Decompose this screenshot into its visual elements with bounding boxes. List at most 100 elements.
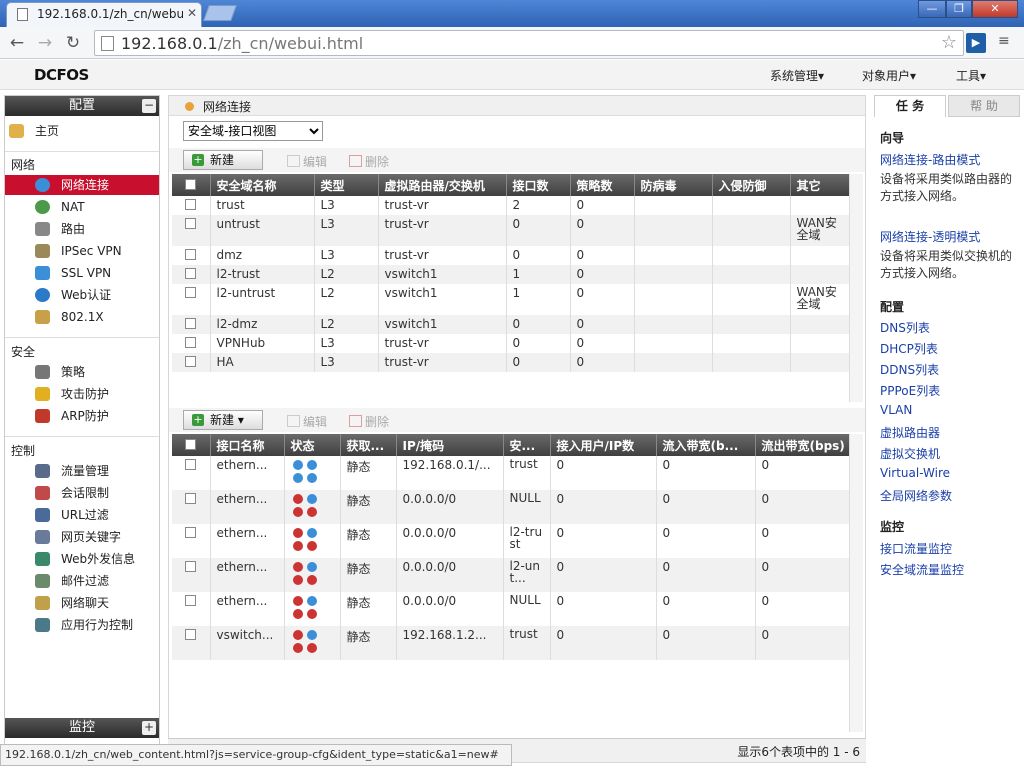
row-checkbox[interactable] bbox=[185, 337, 197, 348]
col-vrouter[interactable]: 虚拟路由器/交换机 bbox=[378, 174, 507, 196]
row-checkbox[interactable] bbox=[185, 561, 197, 572]
col-zone[interactable]: 安... bbox=[503, 434, 551, 456]
nav-policy[interactable]: 策略 bbox=[5, 362, 159, 382]
col-acquire[interactable]: 获取... bbox=[340, 434, 397, 456]
window-close-button[interactable]: ✕ bbox=[972, 0, 1018, 18]
nav-network-connection[interactable]: 网络连接 bbox=[5, 175, 159, 195]
wizard-route-mode-link[interactable]: 网络连接-路由模式 bbox=[880, 151, 980, 168]
link-dhcp[interactable]: DHCP列表 bbox=[880, 340, 938, 357]
config-panel-header[interactable]: 配置 − bbox=[5, 96, 159, 116]
col-policy-count[interactable]: 策略数 bbox=[570, 174, 635, 196]
nav-routing[interactable]: 路由 bbox=[5, 219, 159, 239]
expand-icon[interactable]: + bbox=[142, 721, 156, 735]
link-pppoe[interactable]: PPPoE列表 bbox=[880, 382, 940, 399]
new-zone-button[interactable]: + 新建 bbox=[183, 150, 263, 170]
delete-zone-button[interactable]: 删除 bbox=[349, 153, 389, 170]
nav-8021x[interactable]: 802.1X bbox=[5, 307, 159, 327]
tab-tasks[interactable]: 任 务 bbox=[874, 95, 946, 117]
col-bw-in[interactable]: 流入带宽(b... bbox=[656, 434, 756, 456]
zone-row[interactable]: trust L3 trust-vr 2 0 bbox=[172, 196, 853, 215]
row-checkbox[interactable] bbox=[185, 268, 197, 279]
nav-nat[interactable]: NAT bbox=[5, 197, 159, 217]
interface-scrollbar[interactable] bbox=[849, 434, 863, 732]
interface-row[interactable]: ethern... 静态 0.0.0.0/0 NULL 0 0 0 bbox=[172, 490, 853, 524]
row-checkbox[interactable] bbox=[185, 318, 197, 329]
browser-tab[interactable]: 192.168.0.1/zh_cn/webui ✕ bbox=[6, 2, 202, 27]
bookmark-star-icon[interactable]: ☆ bbox=[941, 32, 957, 53]
link-vswitch[interactable]: 虚拟交换机 bbox=[880, 445, 940, 462]
link-vrouter[interactable]: 虚拟路由器 bbox=[880, 424, 940, 441]
row-checkbox[interactable] bbox=[185, 595, 197, 606]
nav-web-auth[interactable]: Web认证 bbox=[5, 285, 159, 305]
new-interface-button[interactable]: + 新建 ▾ bbox=[183, 410, 263, 430]
minimize-button[interactable]: — bbox=[918, 0, 946, 18]
row-checkbox[interactable] bbox=[185, 493, 197, 504]
nav-im-chat[interactable]: 网络聊天 bbox=[5, 593, 159, 613]
nav-ipsec-vpn[interactable]: IPSec VPN bbox=[5, 241, 159, 261]
nav-home[interactable]: 主页 bbox=[5, 121, 159, 141]
zone-row[interactable]: l2-untrust L2 vswitch1 1 0 WAN安全域 bbox=[172, 284, 853, 315]
menu-system-management[interactable]: 系统管理▾ bbox=[770, 67, 824, 84]
interface-row[interactable]: vswitch... 静态 192.168.1.2... trust 0 0 0 bbox=[172, 626, 853, 660]
link-ddns[interactable]: DDNS列表 bbox=[880, 361, 939, 378]
nav-web-outbound[interactable]: Web外发信息 bbox=[5, 549, 159, 569]
new-tab-button[interactable] bbox=[203, 5, 237, 21]
col-antivirus[interactable]: 防病毒 bbox=[634, 174, 713, 196]
col-other[interactable]: 其它 bbox=[790, 174, 853, 196]
select-all-checkbox[interactable] bbox=[185, 179, 197, 190]
col-ips[interactable]: 入侵防御 bbox=[712, 174, 791, 196]
row-checkbox[interactable] bbox=[185, 199, 197, 210]
view-select[interactable]: 安全域-接口视图 bbox=[183, 121, 323, 141]
edit-interface-button[interactable]: 编辑 bbox=[287, 413, 327, 430]
row-checkbox[interactable] bbox=[185, 287, 197, 298]
menu-tools[interactable]: 工具▾ bbox=[956, 67, 986, 84]
col-ip-mask[interactable]: IP/掩码 bbox=[396, 434, 504, 456]
reload-icon[interactable]: ↻ bbox=[62, 32, 84, 54]
nav-arp-defense[interactable]: ARP防护 bbox=[5, 406, 159, 426]
nav-app-behavior[interactable]: 应用行为控制 bbox=[5, 615, 159, 635]
interface-row[interactable]: ethern... 静态 192.168.0.1/... trust 0 0 0 bbox=[172, 456, 853, 490]
row-checkbox[interactable] bbox=[185, 527, 197, 538]
zone-row[interactable]: untrust L3 trust-vr 0 0 WAN安全域 bbox=[172, 215, 853, 246]
delete-interface-button[interactable]: 删除 bbox=[349, 413, 389, 430]
col-if-count[interactable]: 接口数 bbox=[506, 174, 571, 196]
nav-session-limit[interactable]: 会话限制 bbox=[5, 483, 159, 503]
nav-mail-filter[interactable]: 邮件过滤 bbox=[5, 571, 159, 591]
link-if-traffic[interactable]: 接口流量监控 bbox=[880, 540, 952, 557]
interface-row[interactable]: ethern... 静态 0.0.0.0/0 l2-trust 0 0 0 bbox=[172, 524, 853, 558]
nav-web-keyword[interactable]: 网页关键字 bbox=[5, 527, 159, 547]
maximize-button[interactable]: ❐ bbox=[946, 0, 972, 18]
nav-attack-defense[interactable]: 攻击防护 bbox=[5, 384, 159, 404]
interface-row[interactable]: ethern... 静态 0.0.0.0/0 l2-unt... 0 0 0 bbox=[172, 558, 853, 592]
link-global-params[interactable]: 全局网络参数 bbox=[880, 487, 952, 504]
row-checkbox[interactable] bbox=[185, 629, 197, 640]
select-all-checkbox[interactable] bbox=[185, 439, 197, 450]
interface-row[interactable]: ethern... 静态 0.0.0.0/0 NULL 0 0 0 bbox=[172, 592, 853, 626]
link-dns[interactable]: DNS列表 bbox=[880, 319, 930, 336]
tab-help[interactable]: 帮 助 bbox=[948, 95, 1020, 117]
menu-icon[interactable]: ≡ bbox=[998, 33, 1010, 49]
monitor-panel-header[interactable]: 监控 + bbox=[5, 718, 159, 738]
edit-zone-button[interactable]: 编辑 bbox=[287, 153, 327, 170]
extension-icon[interactable]: ▶ bbox=[966, 33, 986, 53]
zone-row[interactable]: VPNHub L3 trust-vr 0 0 bbox=[172, 334, 853, 353]
link-virtual-wire[interactable]: Virtual-Wire bbox=[880, 466, 950, 480]
link-vlan[interactable]: VLAN bbox=[880, 403, 912, 417]
row-checkbox[interactable] bbox=[185, 459, 197, 470]
forward-icon[interactable]: → bbox=[34, 32, 56, 54]
collapse-icon[interactable]: − bbox=[142, 99, 156, 113]
back-icon[interactable]: ← bbox=[6, 32, 28, 54]
link-zone-traffic[interactable]: 安全域流量监控 bbox=[880, 561, 964, 578]
zone-row[interactable]: l2-dmz L2 vswitch1 0 0 bbox=[172, 315, 853, 334]
zone-row[interactable]: l2-trust L2 vswitch1 1 0 bbox=[172, 265, 853, 284]
row-checkbox[interactable] bbox=[185, 249, 197, 260]
address-bar[interactable]: 192.168.0.1/zh_cn/webui.html ☆ bbox=[94, 30, 964, 56]
col-bw-out[interactable]: 流出带宽(bps) bbox=[755, 434, 853, 456]
col-users[interactable]: 接入用户/IP数 bbox=[550, 434, 657, 456]
col-zone-name[interactable]: 安全域名称 bbox=[210, 174, 315, 196]
nav-url-filter[interactable]: URL过滤 bbox=[5, 505, 159, 525]
zone-row[interactable]: HA L3 trust-vr 0 0 bbox=[172, 353, 853, 372]
nav-traffic-management[interactable]: 流量管理 bbox=[5, 461, 159, 481]
col-type[interactable]: 类型 bbox=[314, 174, 379, 196]
col-status[interactable]: 状态 bbox=[284, 434, 341, 456]
